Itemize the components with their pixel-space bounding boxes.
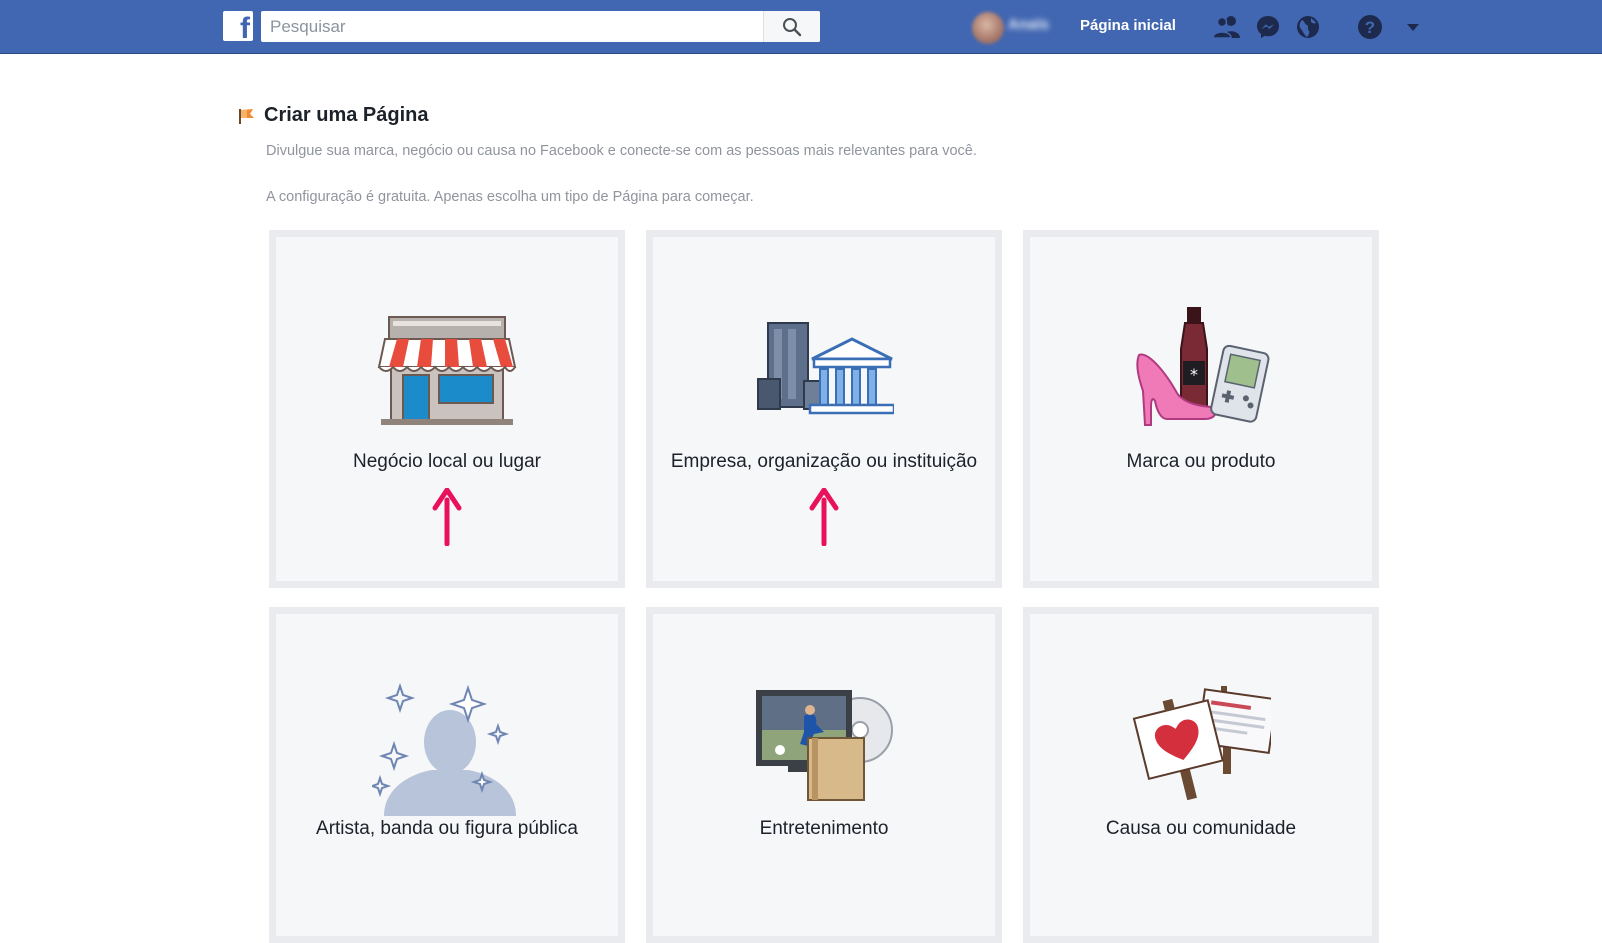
home-link[interactable]: Página inicial — [1080, 17, 1176, 34]
annotation-arrow-up-icon — [809, 488, 839, 546]
category-card-artist-public-figure[interactable]: Artista, banda ou figura pública — [269, 607, 625, 943]
annotation-arrow-up-icon — [432, 488, 462, 546]
notifications-globe-icon[interactable] — [1293, 12, 1323, 42]
category-label: Empresa, organização ou instituição — [670, 451, 978, 472]
category-label: Artista, banda ou figura pública — [316, 818, 578, 839]
svg-text:*: * — [1190, 365, 1198, 384]
products-icon: * — [1136, 307, 1270, 426]
top-navigation-bar: f Anaïs Página inicial — [0, 0, 1602, 54]
category-label: Entretenimento — [759, 818, 889, 839]
svg-text:?: ? — [1365, 18, 1375, 37]
page-description: Divulgue sua marca, negócio ou causa no … — [266, 143, 977, 159]
search-icon — [783, 17, 802, 36]
public-figure-icon — [372, 682, 516, 816]
entertainment-icon — [756, 690, 893, 801]
category-card-company[interactable]: Empresa, organização ou instituição — [646, 230, 1002, 588]
category-card-cause-community[interactable]: Causa ou comunidade — [1023, 607, 1379, 943]
search-box — [261, 11, 820, 42]
category-label: Causa ou comunidade — [1105, 818, 1297, 839]
category-card-local-business[interactable]: Negócio local ou lugar — [269, 230, 625, 588]
category-label: Marca ou produto — [1126, 451, 1276, 472]
messenger-icon[interactable] — [1253, 12, 1283, 42]
page-subdescription: A configuração é gratuita. Apenas escolh… — [266, 189, 754, 205]
create-page-flag-icon — [239, 109, 254, 124]
search-button[interactable] — [763, 11, 820, 42]
category-card-entertainment[interactable]: Entretenimento — [646, 607, 1002, 943]
profile-name[interactable]: Anaïs — [1008, 16, 1049, 38]
logo-letter: f — [240, 12, 250, 42]
page-title: Criar uma Página — [264, 104, 429, 126]
facebook-logo-icon[interactable]: f — [223, 11, 253, 41]
cause-signs-icon — [1132, 686, 1271, 800]
profile-avatar[interactable] — [972, 12, 1004, 44]
friend-requests-icon[interactable] — [1212, 12, 1242, 42]
category-card-brand-product[interactable]: * Marca ou produto — [1023, 230, 1379, 588]
help-icon[interactable]: ? — [1355, 12, 1385, 42]
storefront-icon — [377, 316, 517, 425]
search-input[interactable] — [261, 11, 761, 42]
category-label: Negócio local ou lugar — [352, 451, 541, 472]
buildings-icon — [757, 322, 894, 415]
account-menu-chevron-down-icon[interactable] — [1398, 12, 1428, 42]
